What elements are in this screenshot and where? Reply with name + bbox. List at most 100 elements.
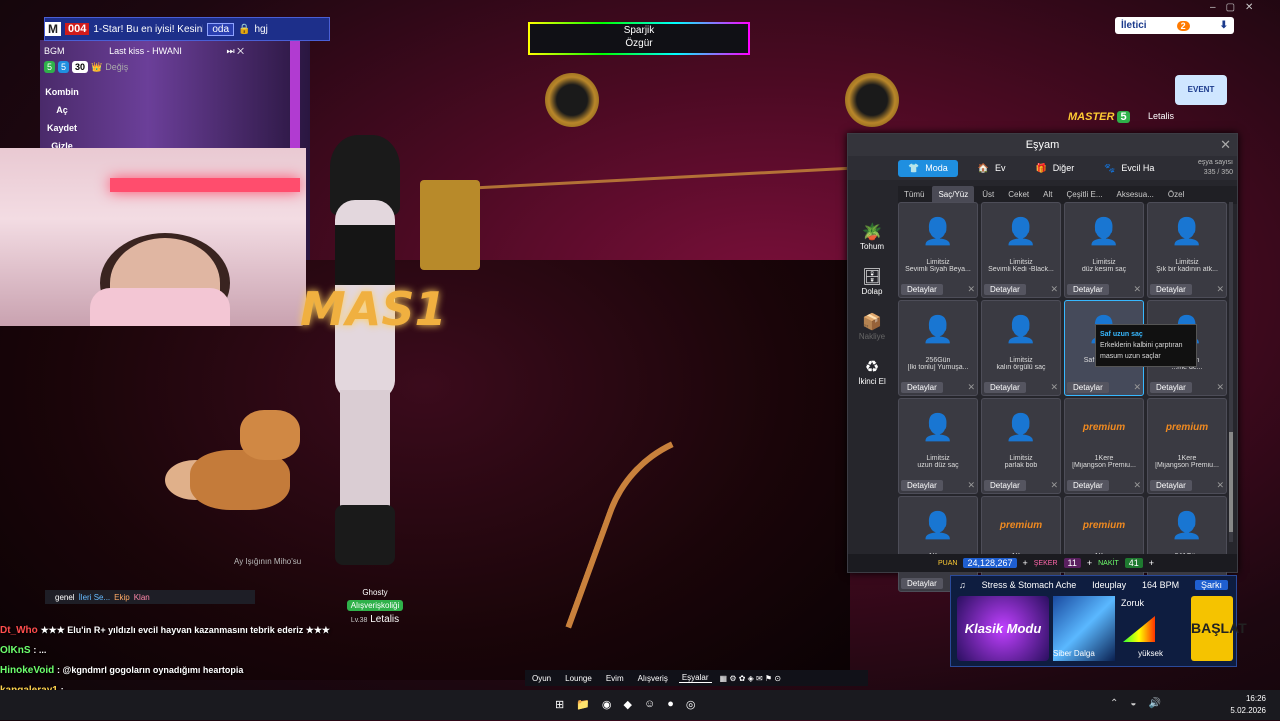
clock[interactable]: 16:26 5.02.2026 [1230,693,1266,717]
paw-icon: 🐾 [1104,162,1116,173]
inventory-item[interactable]: 👤 256Gün [İki tonlu] Yumuşa... Detaylar ✕ [898,300,978,396]
detail-button[interactable]: Detaylar [984,382,1026,393]
messenger-button[interactable]: İletici 2 ⬇ [1115,17,1234,34]
tab-ev[interactable]: 🏠 Ev [968,160,1016,177]
plus-icon[interactable]: + [1023,558,1028,568]
menu-oyun[interactable]: Oyun [529,674,554,683]
menu-evim[interactable]: Evim [603,674,627,683]
discord-icon[interactable]: ☺ [644,698,655,711]
side-ikinci-el[interactable]: ♻ İkinci El [848,349,896,394]
room-button[interactable]: oda [207,22,235,36]
inventory-item[interactable]: 👤 Limitsiz parlak bob Detaylar ✕ [981,398,1061,494]
chat-user[interactable]: HinokeVoid [0,665,54,676]
side-nakliye[interactable]: 📦 Nakliye [848,304,896,349]
detail-button[interactable]: Detaylar [1150,284,1192,295]
side-dolap[interactable]: 🗄 Dolap [848,259,896,304]
close-icon[interactable]: ✕ [1220,134,1231,156]
delete-icon[interactable]: ✕ [967,284,975,295]
premium-label: premium [999,519,1043,531]
minimize-icon[interactable]: – [1210,2,1216,13]
hair-icon: 👤 [1004,215,1038,246]
scrollbar-thumb[interactable] [1229,432,1233,532]
inventory-item[interactable]: premium 1Kere[Mijangson Premiu... Detaylar… [1064,398,1144,494]
detail-button[interactable]: Detaylar [1150,480,1192,491]
detail-button[interactable]: Detaylar [1067,480,1109,491]
chat-user[interactable]: OlKnS [0,645,31,656]
start-icon[interactable]: ⊞ [555,698,564,711]
chat-tab-ekip[interactable]: Ekip [114,593,130,602]
inventory-item[interactable]: 👤 Limitsiz kalın örgülü saç Detaylar ✕ [981,300,1061,396]
folder-icon[interactable]: 📁 [576,698,590,711]
event-icon[interactable]: EVENT [1175,75,1227,105]
delete-icon[interactable]: ✕ [967,382,975,393]
delete-icon[interactable]: ✕ [1050,480,1058,491]
side-menu-ac[interactable]: Aç [44,101,80,119]
detail-button[interactable]: Detaylar [984,480,1026,491]
delete-icon[interactable]: ✕ [1133,480,1141,491]
artist[interactable]: Siber Dalga [1053,649,1095,658]
detail-button[interactable]: Detaylar [1067,382,1109,393]
delete-icon[interactable]: ✕ [1133,284,1141,295]
menu-esyalar[interactable]: Eşyalar [678,673,712,683]
item-thumbnail: premium [1148,399,1226,455]
inventory-item[interactable]: 👤 Limitsiz Sevimli Siyah Beya... Detaylar ✕ [898,202,978,298]
detail-button[interactable]: Detaylar [901,284,943,295]
inventory-scrollbar[interactable] [1229,202,1233,542]
close-icon[interactable]: ✕ [1245,2,1253,13]
detail-button[interactable]: Detaylar [1150,382,1192,393]
item-name: [Mijangson Premiu... [1072,462,1136,469]
maximize-icon[interactable]: ▢ [1226,2,1235,13]
browser-icon[interactable]: ◉ [602,698,612,711]
plus-icon[interactable]: + [1149,558,1154,568]
delete-icon[interactable]: ✕ [1050,382,1058,393]
change-button[interactable]: Değiş [105,62,128,72]
item-thumbnail: 👤 [1148,497,1226,553]
inventory-item[interactable]: premium 1Kere[Mijangson Premiu... Detaylar… [1147,398,1227,494]
steam-icon[interactable]: ◎ [686,698,696,711]
delete-icon[interactable]: ✕ [1216,284,1224,295]
side-menu-kaydet[interactable]: Kaydet [44,119,80,137]
delete-icon[interactable]: ✕ [967,480,975,491]
delete-icon[interactable]: ✕ [1133,382,1141,393]
chat-text: ★★★ Elu'in R+ yıldızlı evcil hayvan kaza… [40,625,330,635]
inventory-item[interactable]: 👤 Limitsiz Sevimli Kedi -Black... Detaylar ✕ [981,202,1061,298]
chat-tab-genel[interactable]: genel [55,593,75,602]
menu-alisveris[interactable]: Alışveriş [635,674,671,683]
plus-icon[interactable]: + [1087,558,1092,568]
start-button[interactable]: BAŞLAT [1191,596,1247,661]
app-icon[interactable]: ◆ [624,698,632,711]
detail-button[interactable]: Detaylar [901,382,943,393]
chat-line: HinokeVoid : @kgndmrl gogoların oynadığı… [0,660,420,680]
song-button[interactable]: Şarkı [1194,580,1228,590]
chat-user[interactable]: Dt_Who [0,625,38,636]
tab-evcil[interactable]: 🐾 Evcil Ha [1094,160,1164,177]
delete-icon[interactable]: ✕ [1050,284,1058,295]
chevron-up-icon[interactable]: ⌃ [1110,698,1118,709]
inventory-item[interactable]: 👤 Limitsiz uzun düz saç Detaylar ✕ [898,398,978,494]
chat-tab-ileri[interactable]: İleri Se... [79,593,111,602]
classic-mode-button[interactable]: Klasik Modu [957,596,1049,661]
difficulty[interactable]: yüksek [1138,649,1163,658]
side-menu-kombin[interactable]: Kombin [44,83,80,101]
detail-button[interactable]: Detaylar [1067,284,1109,295]
spotify-icon[interactable]: ● [667,698,674,711]
menu-icons[interactable]: ▦ ⚙ ✿ ◈ ✉ ⚑ ⊙ [720,674,782,683]
detail-button[interactable]: Detaylar [901,578,943,589]
wifi-icon[interactable]: ◒ [1130,698,1136,709]
tab-diger[interactable]: 🎁 Diğer [1025,160,1084,177]
inventory-item[interactable]: 👤 Limitsiz Şık bir kadının atk... Detaylar ✕ [1147,202,1227,298]
bgm-controls-icon[interactable]: ⏭ ✕ [227,46,244,58]
bgm-bar: BGM Last kiss - HWANI ⏭ ✕ [44,46,244,58]
delete-icon[interactable]: ✕ [1216,382,1224,393]
delete-icon[interactable]: ✕ [1216,480,1224,491]
side-tohum[interactable]: 🪴 Tohum [848,214,896,259]
messenger-label: İletici [1121,20,1147,31]
inventory-item[interactable]: 👤 Limitsiz düz kesim saç Detaylar ✕ [1064,202,1144,298]
detail-button[interactable]: Detaylar [984,284,1026,295]
volume-icon[interactable]: 🔊 [1148,698,1160,709]
tab-moda[interactable]: 👕 Moda [898,159,958,177]
chat-tab-klan[interactable]: Klan [134,593,150,602]
menu-lounge[interactable]: Lounge [562,674,595,683]
banner-line-2: Özgür [625,38,653,49]
detail-button[interactable]: Detaylar [901,480,943,491]
